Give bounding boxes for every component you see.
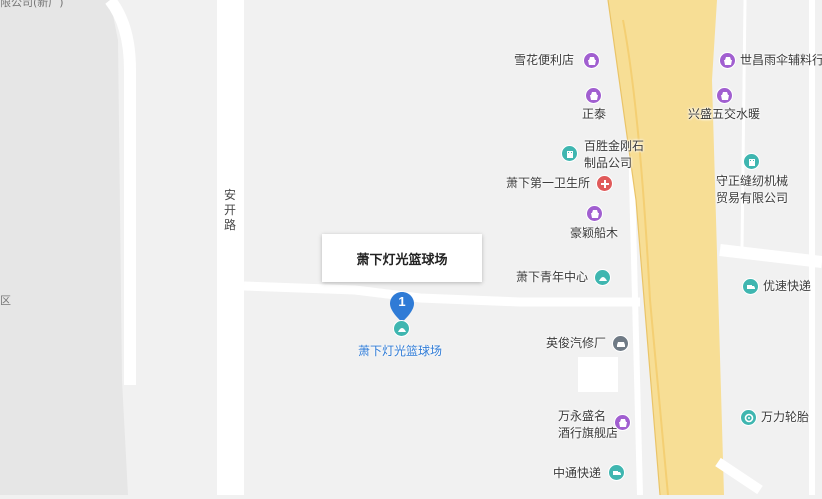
poi-label: 优速快递	[763, 279, 812, 293]
shop-icon	[586, 205, 603, 222]
poi-label: 萧下第一卫生所	[506, 176, 591, 190]
delivery-icon	[742, 278, 759, 295]
venue-icon	[594, 269, 611, 286]
edge-label-company: 限公司(新厂)	[0, 0, 64, 9]
shop-icon	[614, 414, 631, 431]
poi-label: 守正缝纫机械 贸易有限公司	[716, 174, 789, 205]
edge-label-district: 区	[0, 294, 11, 307]
branch-road	[243, 281, 640, 307]
poi-label: 中通快递	[553, 466, 602, 480]
poi-label: 兴盛五交水暖	[688, 107, 761, 121]
car-icon	[612, 335, 629, 352]
shop-icon	[583, 52, 600, 69]
right-block-boundary	[740, 0, 747, 251]
shop-icon	[585, 87, 602, 104]
tire-icon	[740, 409, 757, 426]
selected-place-name[interactable]: 萧下灯光篮球场	[358, 342, 442, 359]
poi-label: 英俊汽修厂	[546, 336, 607, 350]
hospital-icon	[596, 175, 613, 192]
building-icon	[561, 145, 578, 162]
building-block	[578, 357, 618, 392]
place-callout[interactable]: 萧下灯光篮球场	[322, 234, 482, 282]
left-block-area	[0, 0, 128, 495]
basketball-court-icon	[393, 320, 410, 337]
right-cross-road	[719, 244, 822, 268]
poi-label: 雪花便利店	[514, 53, 575, 67]
shop-icon	[719, 52, 736, 69]
pin-number: 1	[398, 294, 406, 309]
vertical-road	[217, 0, 244, 495]
map-pin-marker[interactable]: 1	[390, 292, 414, 322]
poi-label: 萧下青年中心	[516, 270, 589, 284]
shop-icon	[716, 87, 733, 104]
poi-label: 正泰	[582, 107, 607, 121]
building-icon	[743, 153, 760, 170]
poi-label: 豪颖船木	[570, 226, 619, 240]
delivery-icon	[608, 464, 625, 481]
lower-right-road	[715, 457, 763, 495]
map-canvas[interactable]: 限公司(新厂) 区 安 开 路 雪花便利店 正泰 百胜金刚石 制品公司 萧下第一…	[0, 0, 822, 496]
poi-label: 百胜金刚石 制品公司	[584, 139, 645, 170]
poi-label: 万力轮胎	[761, 410, 810, 424]
poi-label: 万永盛名 酒行旗舰店	[558, 409, 619, 440]
road-name-ankai: 安 开 路	[223, 188, 236, 232]
poi-label: 世昌雨伞辅料行	[740, 53, 822, 67]
